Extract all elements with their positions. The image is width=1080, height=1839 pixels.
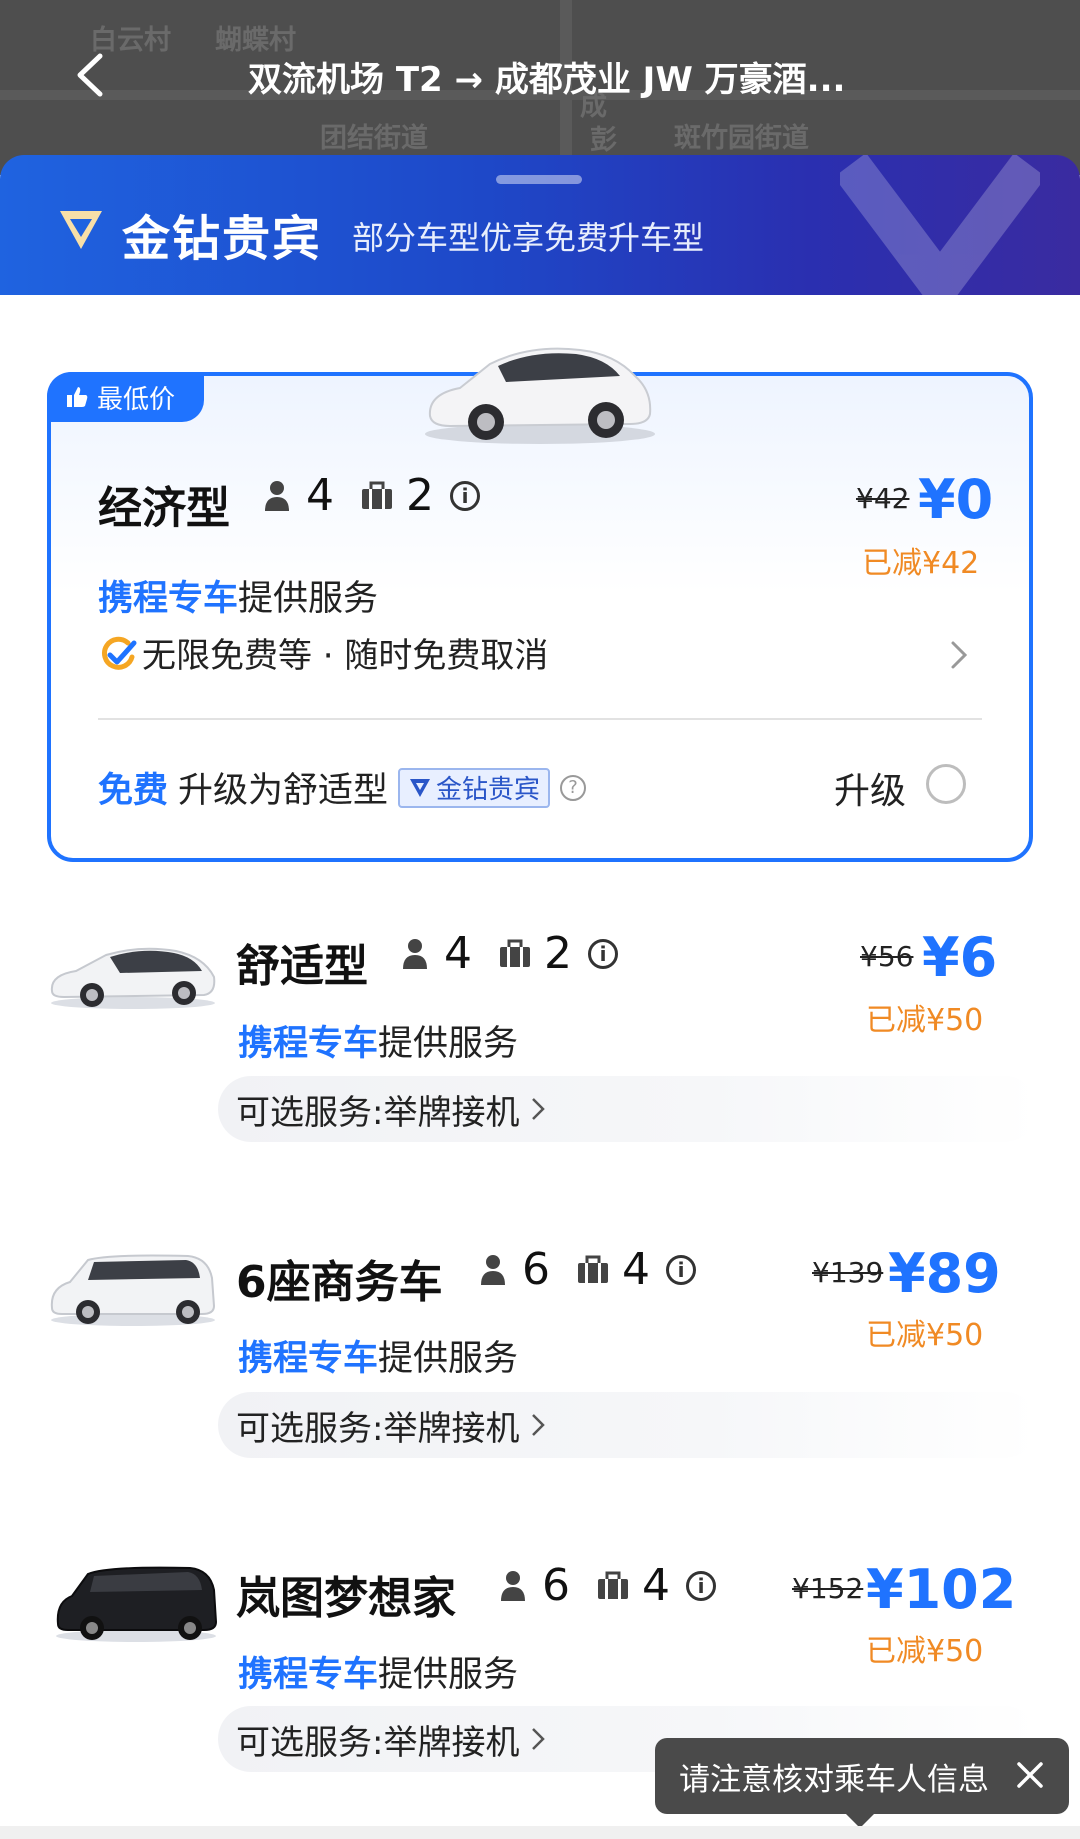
current-price: ¥89 (888, 1242, 1001, 1305)
luggage-icon (362, 481, 392, 509)
upgrade-label: 升级 (834, 771, 907, 812)
original-price: ¥56 (860, 940, 914, 973)
luggage-icon (578, 1255, 608, 1283)
passenger-count: 6 (522, 1244, 550, 1295)
original-price: ¥42 (856, 482, 910, 515)
feature-row[interactable]: 无限免费等 · 随时免费取消 (98, 628, 548, 677)
banner-decoration (840, 155, 1040, 295)
passenger-count: 6 (542, 1560, 570, 1611)
luggage-count: 2 (544, 928, 572, 979)
bottom-bar (0, 1826, 1080, 1839)
luggage-count: 4 (622, 1244, 650, 1295)
upgrade-row: 免费 升级为舒适型 金钻贵宾 ? (98, 762, 587, 813)
optional-service-pill[interactable]: 可选服务:举牌接机 (218, 1392, 1038, 1458)
map-label: 团结街道 (320, 123, 428, 154)
passenger-icon (481, 1254, 505, 1285)
original-price: ¥152 (792, 1572, 864, 1605)
passenger-count: 4 (306, 470, 334, 521)
luggage-count: 2 (406, 470, 434, 521)
provider-info: 携程专车提供服务 (238, 1330, 518, 1381)
upgrade-free-label: 免费 (98, 771, 169, 811)
optional-service-text: 可选服务:举牌接机 (236, 1722, 520, 1763)
map-label: 彭 (590, 125, 617, 156)
current-price: ¥102 (866, 1558, 1017, 1621)
car-title: 经济型 (98, 483, 230, 534)
passenger-icon (501, 1570, 525, 1601)
provider-brand: 携程专车 (238, 1024, 379, 1064)
passenger-icon (403, 938, 427, 969)
check-badge-icon (102, 636, 137, 670)
provider-brand: 携程专车 (238, 1655, 379, 1695)
current-price: ¥0 (918, 468, 994, 531)
drag-handle[interactable] (496, 175, 582, 184)
diamond-icon (410, 778, 431, 797)
vip-banner[interactable]: 金钻贵宾 部分车型优享免费升车型 (0, 155, 1080, 295)
luggage-icon (500, 939, 530, 967)
info-icon[interactable]: i (450, 480, 480, 511)
toast-text: 请注意核对乘车人信息 (679, 1761, 989, 1798)
route-title: 双流机场 T2 → 成都茂业 JW 万豪酒... (248, 60, 846, 100)
business-car-image (50, 1254, 216, 1326)
feature-text: 无限免费等 · 随时免费取消 (142, 636, 549, 676)
info-icon[interactable]: i (588, 938, 618, 969)
info-icon[interactable]: i (686, 1570, 716, 1601)
passenger-count: 4 (444, 928, 472, 979)
provider-text: 提供服务 (378, 1655, 519, 1695)
provider-info: 携程专车提供服务 (98, 570, 378, 621)
car-capacity: 6 4 i (478, 1244, 696, 1295)
passenger-icon (265, 480, 289, 511)
diamond-icon (60, 211, 102, 249)
vip-chip-label: 金钻贵宾 (436, 775, 541, 805)
car-title: 舒适型 (236, 941, 368, 992)
car-capacity: 4 2 i (262, 470, 480, 521)
discount-amount: 已减¥50 (866, 1634, 984, 1669)
provider-text: 提供服务 (378, 1339, 519, 1379)
car-capacity: 6 4 i (498, 1560, 716, 1611)
luggage-count: 4 (642, 1560, 670, 1611)
car-title: 6座商务车 (236, 1257, 443, 1308)
map-label: 斑竹园街道 (674, 123, 809, 154)
vip-name: 金钻贵宾 (122, 211, 323, 267)
vip-description: 部分车型优享免费升车型 (352, 219, 705, 257)
chevron-right-icon[interactable] (950, 640, 968, 670)
car-capacity: 4 2 i (400, 928, 618, 979)
current-price: ¥6 (922, 926, 998, 989)
voyah-car-image (56, 1566, 218, 1642)
upgrade-radio[interactable] (926, 764, 966, 804)
thumbs-up-icon (67, 387, 88, 407)
comfort-car-image (50, 947, 216, 1009)
close-icon[interactable] (1013, 1758, 1047, 1792)
chevron-right-icon (532, 1414, 546, 1436)
car-title: 岚图梦想家 (236, 1573, 456, 1624)
lowest-price-label: 最低价 (97, 384, 176, 415)
back-arrow-icon[interactable] (70, 50, 110, 100)
upgrade-text: 升级为舒适型 (178, 771, 389, 811)
map-header: 白云村 蝴蝶村 团结街道 斑竹园街道 成 彭 双流机场 T2 → 成都茂业 JW… (0, 0, 1080, 175)
provider-info: 携程专车提供服务 (238, 1015, 518, 1066)
optional-service-text: 可选服务:举牌接机 (236, 1092, 520, 1133)
info-icon[interactable]: i (666, 1254, 696, 1285)
divider (98, 718, 982, 720)
discount-amount: 已减¥50 (866, 1003, 984, 1038)
help-icon[interactable]: ? (560, 774, 587, 801)
provider-brand: 携程专车 (238, 1339, 379, 1379)
provider-brand: 携程专车 (98, 579, 239, 619)
provider-text: 提供服务 (378, 1024, 519, 1064)
provider-info: 携程专车提供服务 (238, 1646, 518, 1697)
provider-text: 提供服务 (238, 579, 379, 619)
toast-notice: 请注意核对乘车人信息 (655, 1738, 1069, 1814)
economy-car-image (425, 347, 655, 444)
vip-chip: 金钻贵宾 (398, 767, 551, 808)
chevron-right-icon (532, 1728, 546, 1750)
discount-amount: 已减¥42 (862, 546, 980, 581)
discount-amount: 已减¥50 (866, 1318, 984, 1353)
optional-service-pill[interactable]: 可选服务:举牌接机 (218, 1076, 1038, 1142)
original-price: ¥139 (812, 1256, 884, 1289)
chevron-right-icon (532, 1098, 546, 1120)
optional-service-text: 可选服务:举牌接机 (236, 1408, 520, 1449)
lowest-price-tag: 最低价 (47, 372, 204, 422)
luggage-icon (598, 1571, 628, 1599)
